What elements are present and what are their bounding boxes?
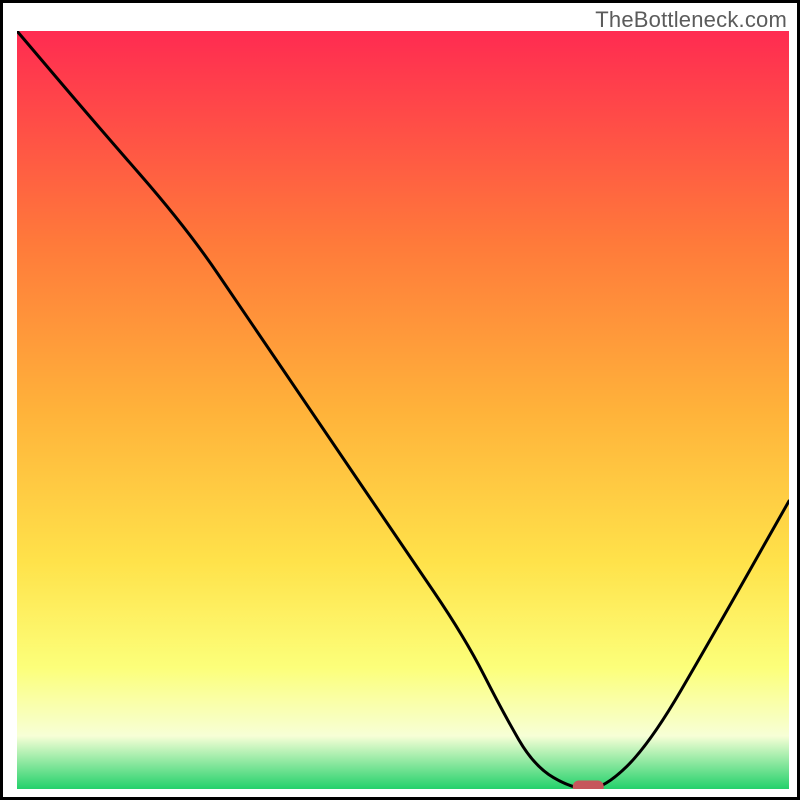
chart-frame: TheBottleneck.com (0, 0, 800, 800)
watermark-label: TheBottleneck.com (595, 7, 787, 33)
optimal-marker (573, 781, 604, 790)
gradient-background (17, 31, 789, 789)
plot-area (17, 31, 789, 789)
plot-svg (17, 31, 789, 789)
